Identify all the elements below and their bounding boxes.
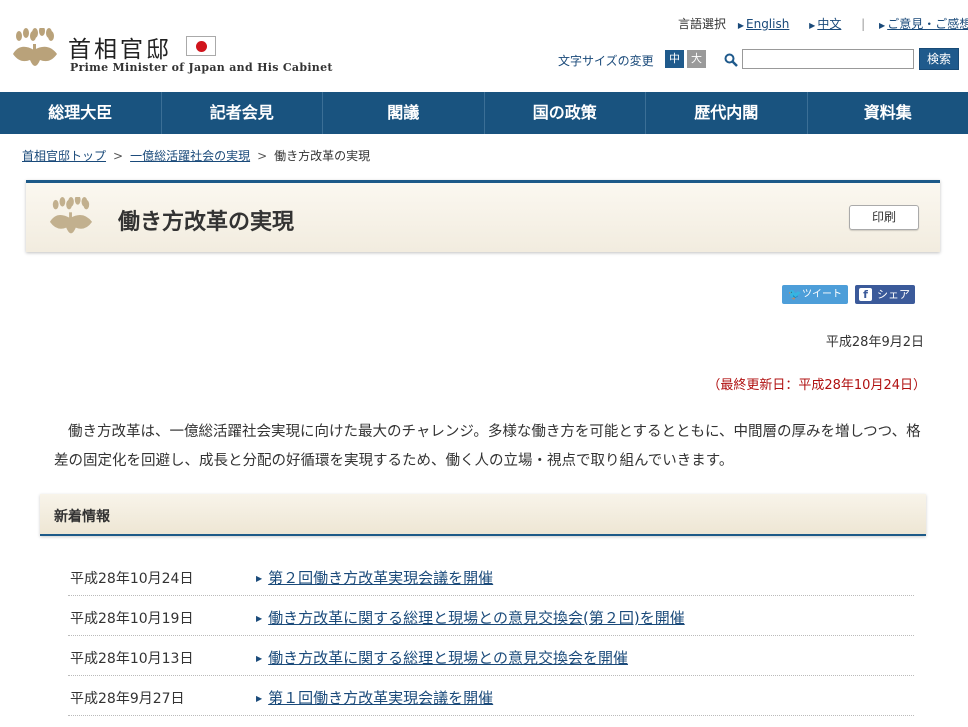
- news-heading: 新着情報: [54, 509, 110, 525]
- news-date: 平成28年10月24日: [70, 571, 194, 587]
- news-title-text[interactable]: 第１回働き方改革実現会議を開催: [268, 689, 493, 707]
- share-label: シェア: [877, 288, 910, 301]
- list-item: 平成28年10月19日 ▶ 働き方改革に関する総理と現場との意見交換会(第２回)を…: [68, 596, 914, 636]
- font-size-label: 文字サイズの変更: [558, 54, 654, 68]
- twitter-bird-icon: 🐦: [788, 288, 802, 301]
- search-input[interactable]: [742, 49, 914, 69]
- nav-item-press-conference[interactable]: 記者会見: [162, 92, 323, 134]
- news-title-text[interactable]: 第２回働き方改革実現会議を開催: [268, 569, 493, 587]
- divider: |: [861, 17, 866, 31]
- news-date: 平成28年9月27日: [70, 691, 185, 707]
- list-item: 平成28年9月27日 ▶ 第１回働き方改革実現会議を開催: [68, 676, 914, 716]
- print-button[interactable]: 印刷: [849, 205, 919, 230]
- publish-date: 平成28年9月2日: [825, 335, 924, 350]
- font-size-medium-button[interactable]: 中: [665, 50, 684, 68]
- arrow-right-icon: ▶: [256, 614, 263, 623]
- paulownia-crest-icon[interactable]: [10, 28, 60, 74]
- main-nav: 総理大臣 記者会見 閣議 国の政策 歴代内閣 資料集: [0, 92, 968, 134]
- arrow-right-icon: ▶: [737, 21, 744, 30]
- list-item: 平成28年10月13日 ▶ 働き方改革に関する総理と現場との意見交換会を開催: [68, 636, 914, 676]
- nav-item-cabinet-meeting[interactable]: 閣議: [323, 92, 485, 134]
- lang-chinese-link[interactable]: 中文: [817, 15, 841, 32]
- font-size-large-button[interactable]: 大: [687, 50, 706, 68]
- news-link[interactable]: ▶ 働き方改革に関する総理と現場との意見交換会を開催: [256, 647, 628, 668]
- arrow-right-icon: ▶: [256, 694, 263, 703]
- nav-item-past-cabinets[interactable]: 歴代内閣: [646, 92, 808, 134]
- news-list: 平成28年10月24日 ▶ 第２回働き方改革実現会議を開催 平成28年10月19日…: [68, 556, 914, 716]
- breadcrumb-current: 働き方改革の実現: [274, 149, 371, 163]
- news-title-text[interactable]: 働き方改革に関する総理と現場との意見交換会を開催: [268, 649, 628, 667]
- intro-paragraph: 働き方改革は、一億総活躍社会実現に向けた最大のチャレンジ。多様な働き方を可能とす…: [54, 424, 921, 469]
- facebook-icon: f: [859, 288, 872, 301]
- arrow-right-icon: ▶: [809, 21, 816, 30]
- opinion-link[interactable]: ご意見・ご感想: [887, 15, 968, 32]
- site-title[interactable]: 首相官邸: [68, 30, 172, 64]
- paulownia-crest-icon: [49, 197, 93, 234]
- page-title: 働き方改革の実現: [118, 210, 295, 235]
- facebook-share-button[interactable]: f シェア: [855, 285, 915, 304]
- arrow-right-icon: ▶: [256, 574, 263, 583]
- last-updated: （最終更新日：平成28年10月24日）: [707, 378, 926, 393]
- arrow-right-icon: ▶: [879, 21, 886, 30]
- language-bar: 言語選択 ▶ English ▶ 中文 | ▶ ご意見・ご感想: [678, 15, 968, 32]
- breadcrumb-parent-link[interactable]: 一億総活躍社会の実現: [130, 149, 250, 163]
- news-section-header: 新着情報: [40, 494, 926, 536]
- lang-english-link[interactable]: English: [746, 17, 789, 31]
- tweet-label: ツイート: [802, 289, 842, 300]
- news-link[interactable]: ▶ 働き方改革に関する総理と現場との意見交換会(第２回)を開催: [256, 607, 685, 628]
- news-date: 平成28年10月13日: [70, 651, 194, 667]
- news-date: 平成28年10月19日: [70, 611, 194, 627]
- nav-item-materials[interactable]: 資料集: [808, 92, 968, 134]
- breadcrumb-home-link[interactable]: 首相官邸トップ: [22, 149, 106, 163]
- breadcrumb-separator: >: [257, 149, 268, 163]
- japan-flag-icon: [186, 36, 216, 56]
- list-item: 平成28年10月24日 ▶ 第２回働き方改革実現会議を開催: [68, 556, 914, 596]
- nav-item-policy[interactable]: 国の政策: [485, 92, 646, 134]
- page-title-box: 働き方改革の実現 印刷: [26, 180, 940, 252]
- news-title-text[interactable]: 働き方改革に関する総理と現場との意見交換会(第２回)を開催: [268, 609, 685, 627]
- news-link[interactable]: ▶ 第１回働き方改革実現会議を開催: [256, 687, 493, 708]
- language-label: 言語選択: [678, 17, 727, 31]
- breadcrumb: 首相官邸トップ > 一億総活躍社会の実現 > 働き方改革の実現: [22, 147, 370, 164]
- nav-item-prime-minister[interactable]: 総理大臣: [0, 92, 162, 134]
- site-subtitle[interactable]: Prime Minister of Japan and His Cabinet: [70, 61, 333, 74]
- arrow-right-icon: ▶: [256, 654, 263, 663]
- site-header: 首相官邸 Prime Minister of Japan and His Cab…: [0, 0, 968, 92]
- breadcrumb-separator: >: [113, 149, 124, 163]
- search-icon: [724, 53, 738, 67]
- search-button[interactable]: 検索: [919, 48, 959, 70]
- tweet-button[interactable]: 🐦 ツイート: [782, 285, 848, 304]
- news-link[interactable]: ▶ 第２回働き方改革実現会議を開催: [256, 567, 493, 588]
